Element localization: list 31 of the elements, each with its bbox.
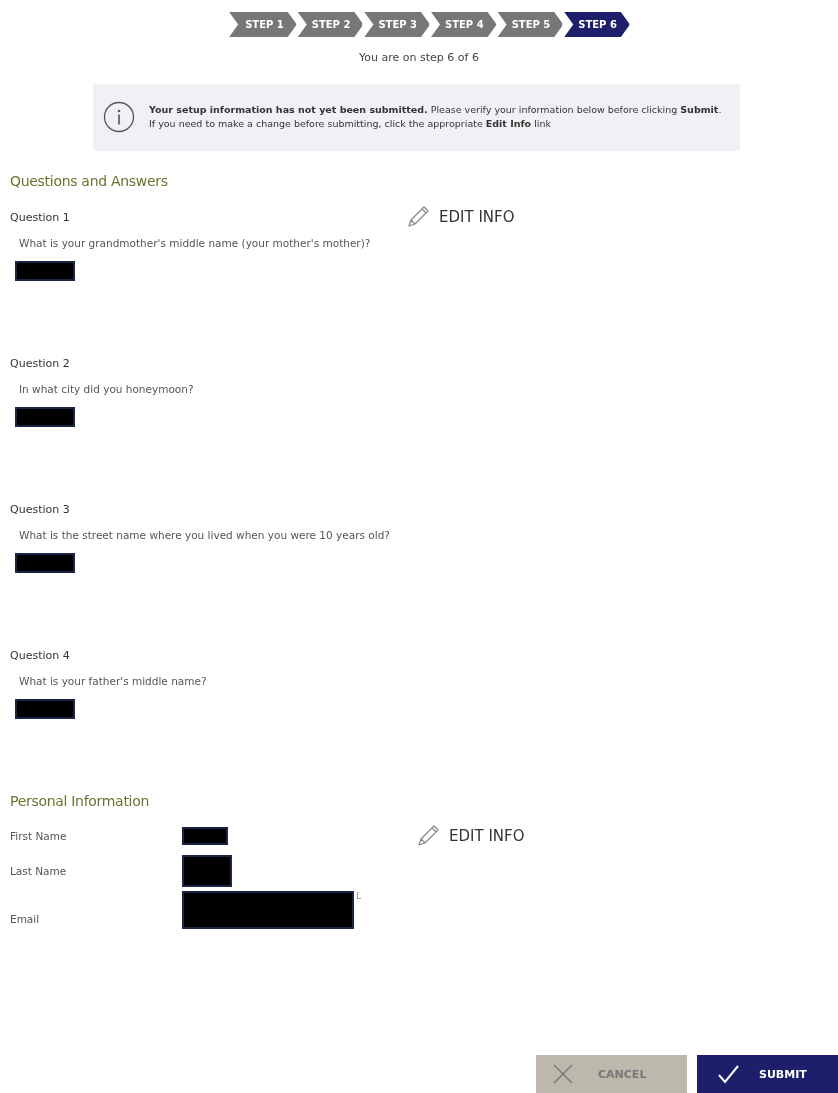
step-tab[interactable]: STEP 1 [229,12,297,37]
section-title: Personal Information [10,793,150,809]
pencil-icon [405,204,431,230]
field-label: Email [10,913,41,927]
field-label: First Name [10,830,68,842]
edit-info-link[interactable]: EDIT INFO [415,823,525,849]
question-text: What is the street name where you lived when you were 10 years old? [19,529,391,541]
step-tab[interactable]: STEP 4 [431,12,497,37]
step-status: You are on step 6 of 6 [358,51,480,64]
question-text: What is your father's middle name? [19,675,208,687]
question-label: Question 3 [10,502,71,516]
notice-text: Your setup information has not yet been submitted. Please verify your information below before clicking Submit. If you need to make a change before submitting, click the appropriate Edit Info link [149,103,722,131]
question-text: What is your grandmother's middle name (your mother's mother)? [19,237,372,249]
question-label: Question 4 [10,648,71,662]
field-value: L [356,891,361,901]
step-tab[interactable]: STEP 6 [564,12,630,37]
field-label: Last Name [10,865,68,877]
question-text: In what city did you honeymoon? [19,383,195,395]
cancel-button[interactable]: CANCEL [536,1055,687,1093]
info-icon [103,101,135,133]
step-tab[interactable]: STEP 2 [297,12,364,37]
close-icon [552,1063,574,1085]
step-tab[interactable]: STEP 3 [364,12,430,37]
edit-info-link[interactable]: EDIT INFO [405,204,515,230]
question-label: Question 1 [10,210,71,224]
submit-button[interactable]: SUBMIT [697,1055,838,1093]
check-icon [717,1063,739,1085]
step-tab[interactable]: STEP 5 [497,12,564,37]
question-label: Question 2 [10,356,71,370]
section-title: Questions and Answers [10,173,169,189]
pencil-icon [415,823,441,849]
